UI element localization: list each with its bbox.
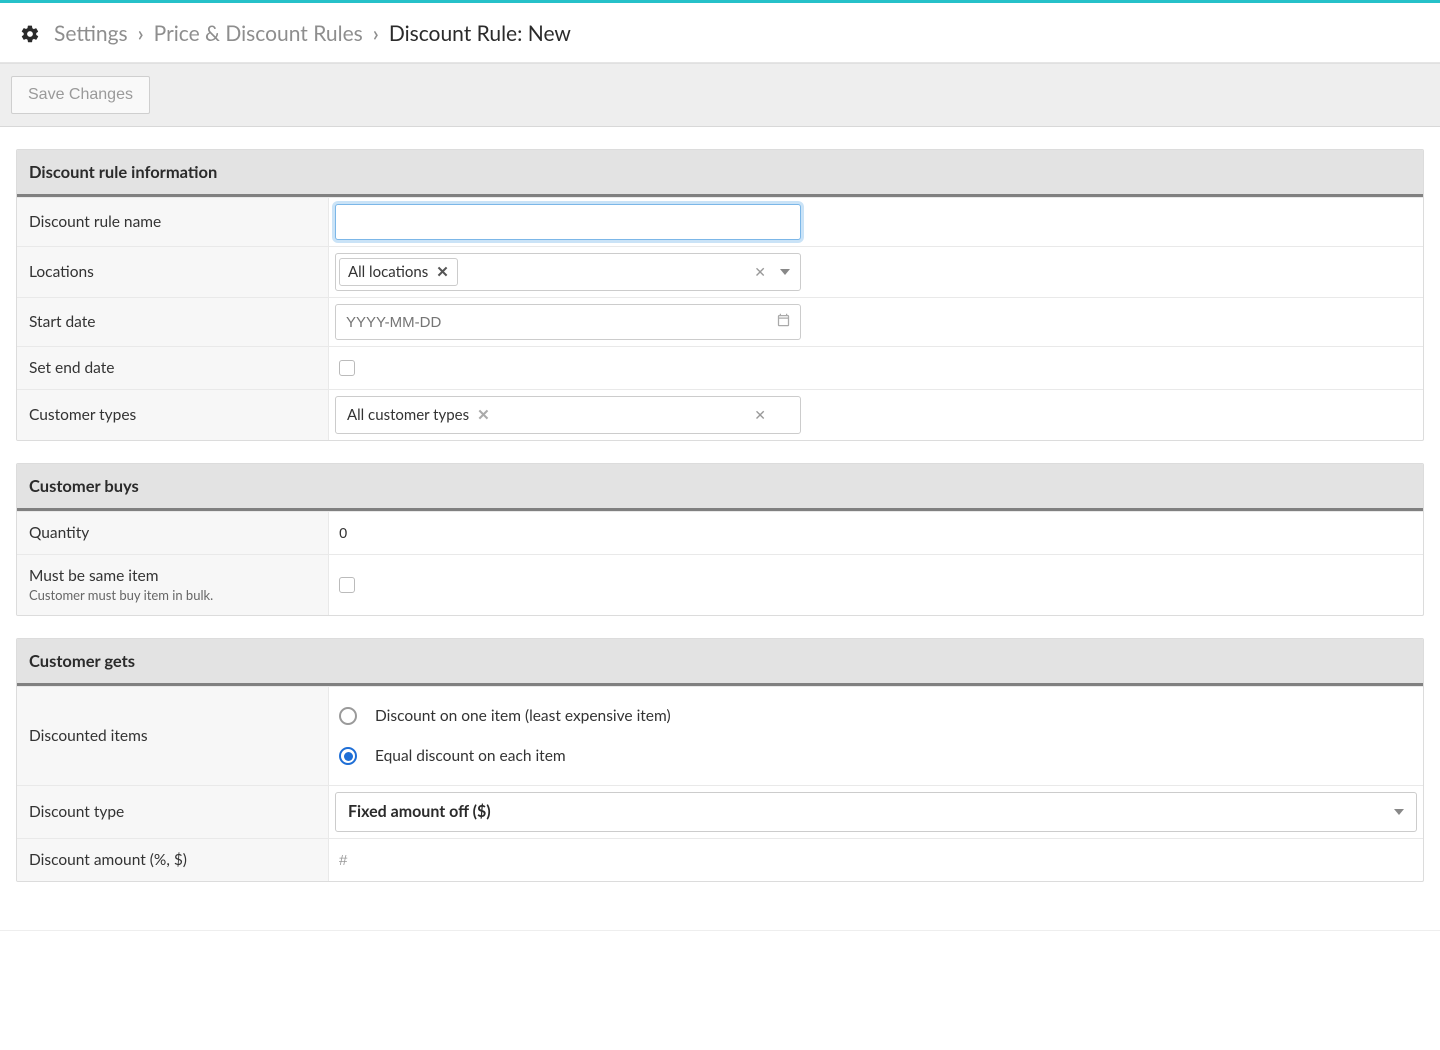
page-bottom-border	[0, 930, 1440, 931]
radio-label: Equal discount on each item	[375, 747, 566, 765]
chevron-down-icon[interactable]	[780, 269, 790, 275]
radio-one-item[interactable]: Discount on one item (least expensive it…	[339, 707, 671, 725]
page-header: Settings › Price & Discount Rules › Disc…	[0, 3, 1440, 63]
row-discount-amount: Discount amount (%, $)	[17, 838, 1423, 881]
clear-all-icon[interactable]: ✕	[754, 263, 766, 281]
save-button[interactable]: Save Changes	[11, 76, 150, 114]
panel-info-header: Discount rule information	[17, 150, 1423, 197]
breadcrumb-rules[interactable]: Price & Discount Rules	[154, 21, 363, 46]
discounted-items-radio-group: Discount on one item (least expensive it…	[335, 693, 675, 779]
panel-gets: Customer gets Discounted items Discount …	[16, 638, 1424, 882]
clear-all-icon[interactable]: ✕	[754, 406, 766, 424]
gear-icon	[20, 24, 40, 44]
label-discount-amount: Discount amount (%, $)	[17, 839, 329, 881]
label-text: Discount type	[29, 803, 316, 821]
label-customer-types: Customer types	[17, 390, 329, 440]
content-area: Discount rule information Discount rule …	[0, 127, 1440, 926]
locations-multiselect[interactable]: All locations ✕ ✕	[335, 253, 801, 291]
label-text: Must be same item	[29, 567, 316, 585]
label-discount-type: Discount type	[17, 786, 329, 838]
label-start-date: Start date	[17, 298, 329, 346]
chip-label: All locations	[348, 263, 428, 281]
label-subtext: Customer must buy item in bulk.	[29, 587, 316, 603]
breadcrumb-settings[interactable]: Settings	[54, 21, 128, 46]
row-customer-types: Customer types All customer types ✕ ✕	[17, 389, 1423, 440]
toolbar: Save Changes	[0, 63, 1440, 127]
rule-name-input[interactable]	[335, 204, 801, 240]
label-set-end-date: Set end date	[17, 347, 329, 389]
locations-chip: All locations ✕	[339, 258, 458, 286]
row-discounted-items: Discounted items Discount on one item (l…	[17, 686, 1423, 785]
discount-type-select[interactable]: Fixed amount off ($)	[335, 792, 1417, 832]
breadcrumb-separator: ›	[138, 21, 144, 46]
row-quantity: Quantity	[17, 511, 1423, 554]
set-end-date-checkbox[interactable]	[339, 360, 355, 376]
label-text: Start date	[29, 313, 316, 331]
label-text: Quantity	[29, 524, 316, 542]
chip-remove-icon[interactable]: ✕	[436, 263, 449, 281]
radio-icon[interactable]	[339, 707, 357, 725]
label-same-item: Must be same item Customer must buy item…	[17, 555, 329, 615]
label-text: Customer types	[29, 406, 316, 424]
row-set-end-date: Set end date	[17, 346, 1423, 389]
chip-remove-icon[interactable]: ✕	[477, 406, 490, 424]
row-start-date: Start date	[17, 297, 1423, 346]
label-quantity: Quantity	[17, 512, 329, 554]
panel-buys: Customer buys Quantity Must be same item…	[16, 463, 1424, 616]
row-locations: Locations All locations ✕ ✕	[17, 246, 1423, 297]
label-text: Locations	[29, 263, 316, 281]
label-text: Set end date	[29, 359, 316, 377]
label-text: Discounted items	[29, 727, 316, 745]
breadcrumb: Settings › Price & Discount Rules › Disc…	[54, 21, 571, 46]
label-text: Discount amount (%, $)	[29, 851, 316, 869]
breadcrumb-separator: ›	[373, 21, 379, 46]
label-locations: Locations	[17, 247, 329, 297]
radio-label: Discount on one item (least expensive it…	[375, 707, 671, 725]
radio-icon[interactable]	[339, 747, 357, 765]
label-discounted-items: Discounted items	[17, 687, 329, 785]
customer-types-multiselect[interactable]: All customer types ✕ ✕	[335, 396, 801, 434]
discount-amount-input[interactable]	[329, 840, 1423, 880]
start-date-input[interactable]	[335, 304, 801, 340]
quantity-input[interactable]	[329, 513, 1423, 553]
row-discount-type: Discount type Fixed amount off ($)	[17, 785, 1423, 838]
label-text: Discount rule name	[29, 213, 316, 231]
panel-info: Discount rule information Discount rule …	[16, 149, 1424, 441]
select-value: Fixed amount off ($)	[348, 802, 491, 821]
chevron-down-icon[interactable]	[1394, 809, 1404, 815]
customer-types-chip: All customer types ✕	[339, 402, 498, 428]
chip-label: All customer types	[347, 406, 469, 424]
breadcrumb-current: Discount Rule: New	[389, 21, 571, 46]
calendar-icon[interactable]	[776, 313, 791, 332]
panel-buys-header: Customer buys	[17, 464, 1423, 511]
same-item-checkbox[interactable]	[339, 577, 355, 593]
radio-each-item[interactable]: Equal discount on each item	[339, 747, 671, 765]
label-rule-name: Discount rule name	[17, 198, 329, 246]
panel-gets-header: Customer gets	[17, 639, 1423, 686]
row-same-item: Must be same item Customer must buy item…	[17, 554, 1423, 615]
row-rule-name: Discount rule name	[17, 197, 1423, 246]
